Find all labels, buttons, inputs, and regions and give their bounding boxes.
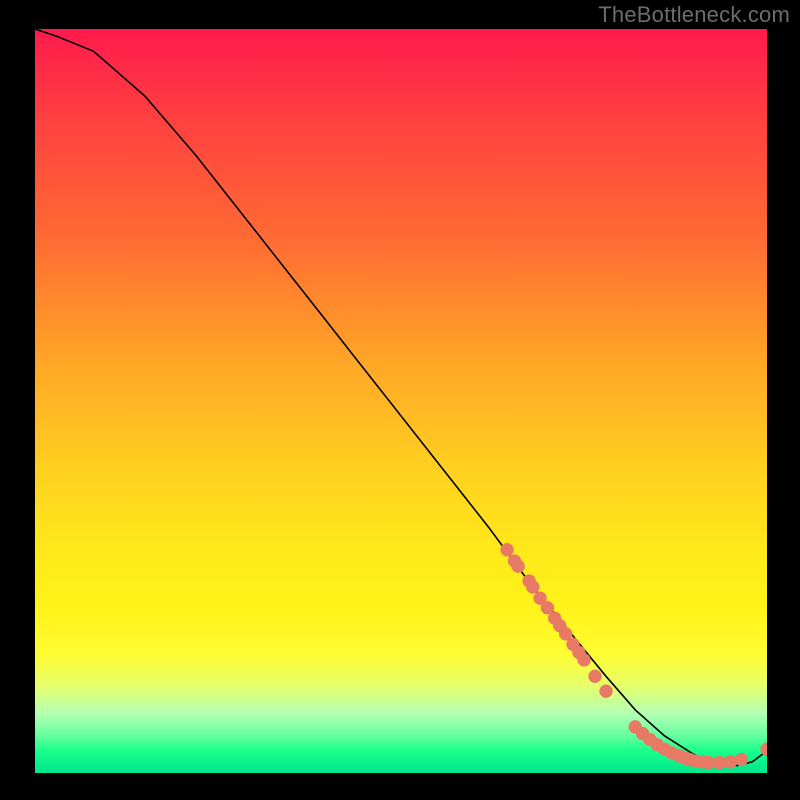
data-marker bbox=[578, 653, 591, 666]
data-marker bbox=[761, 743, 768, 756]
curve-line bbox=[35, 29, 767, 766]
data-marker bbox=[526, 581, 539, 594]
data-marker bbox=[512, 560, 525, 573]
marker-group bbox=[501, 543, 767, 769]
plot-area bbox=[34, 28, 768, 774]
data-marker bbox=[735, 753, 748, 766]
data-marker bbox=[724, 755, 737, 768]
watermark-text: TheBottleneck.com bbox=[598, 2, 790, 28]
data-marker bbox=[589, 670, 602, 683]
data-marker bbox=[600, 685, 613, 698]
chart-svg bbox=[35, 29, 767, 773]
chart-frame: TheBottleneck.com bbox=[0, 0, 800, 800]
data-marker bbox=[501, 543, 514, 556]
